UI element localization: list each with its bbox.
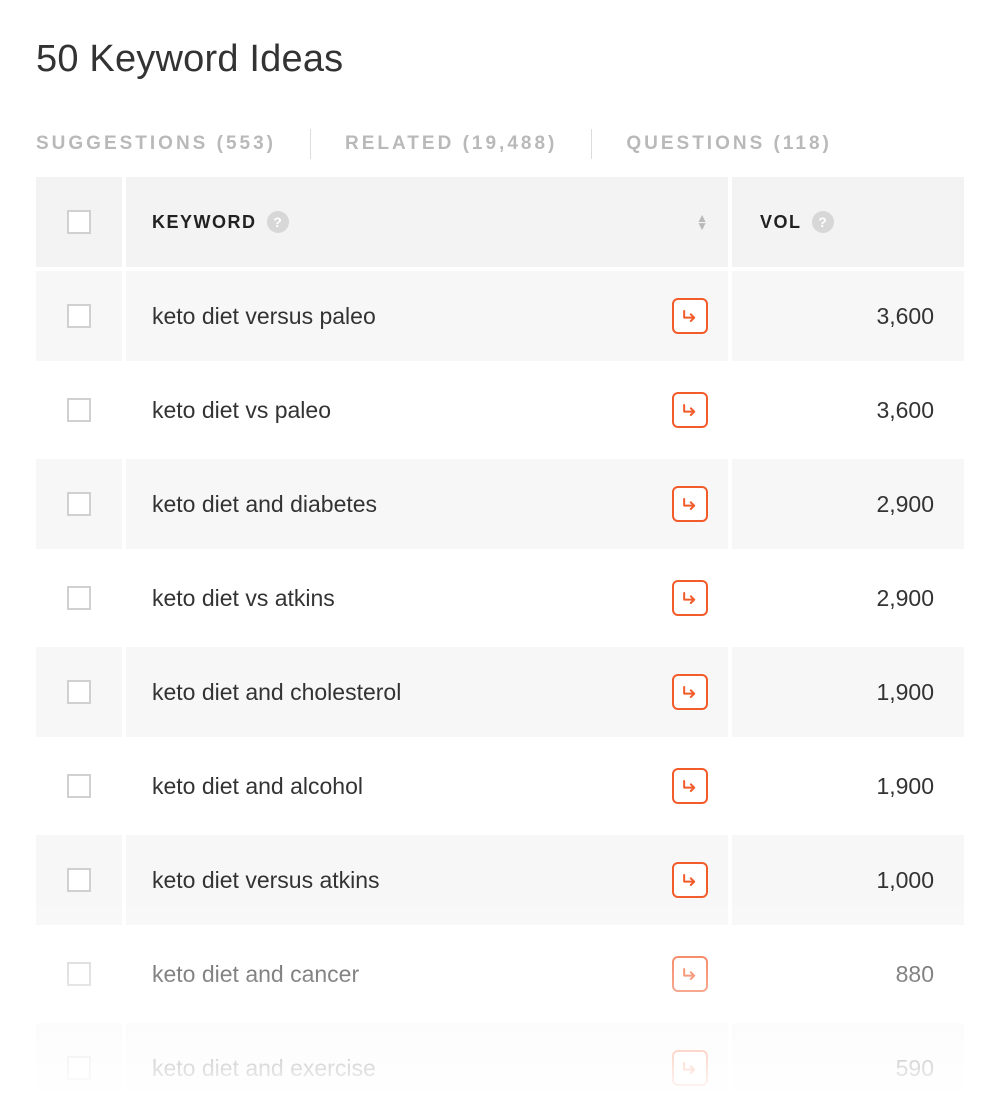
sort-icon[interactable]: ▲▼ bbox=[696, 214, 708, 230]
tab-divider bbox=[310, 129, 311, 159]
keyword-table: KEYWORD ? ▲▼ VOL ? keto diet versus pale… bbox=[36, 177, 964, 1113]
explore-button[interactable] bbox=[672, 1050, 708, 1086]
keyword-text: keto diet and cholesterol bbox=[152, 679, 401, 706]
tab-divider bbox=[591, 129, 592, 159]
explore-button[interactable] bbox=[672, 674, 708, 710]
row-checkbox-cell bbox=[36, 459, 126, 549]
row-checkbox-cell bbox=[36, 553, 126, 643]
row-checkbox[interactable] bbox=[67, 304, 91, 328]
page-title: 50 Keyword Ideas bbox=[36, 38, 964, 81]
row-checkbox[interactable] bbox=[67, 774, 91, 798]
row-checkbox-cell bbox=[36, 741, 126, 831]
table-header: KEYWORD ? ▲▼ VOL ? bbox=[36, 177, 964, 267]
row-vol-cell: 1,900 bbox=[732, 741, 964, 831]
enter-arrow-icon bbox=[680, 870, 700, 890]
enter-arrow-icon bbox=[680, 494, 700, 514]
tabs: SUGGESTIONS (553) RELATED (19,488) QUEST… bbox=[36, 129, 964, 159]
enter-arrow-icon bbox=[680, 588, 700, 608]
row-checkbox-cell bbox=[36, 647, 126, 737]
row-vol-cell: 590 bbox=[732, 1023, 964, 1113]
table-row: keto diet and exercise 590 bbox=[36, 1019, 964, 1113]
row-keyword-cell: keto diet and cancer bbox=[126, 929, 732, 1019]
table-row: keto diet and cholesterol 1,900 bbox=[36, 643, 964, 737]
keyword-text: keto diet and diabetes bbox=[152, 491, 377, 518]
row-vol-cell: 1,900 bbox=[732, 647, 964, 737]
explore-button[interactable] bbox=[672, 298, 708, 334]
row-checkbox[interactable] bbox=[67, 586, 91, 610]
enter-arrow-icon bbox=[680, 400, 700, 420]
explore-button[interactable] bbox=[672, 392, 708, 428]
keyword-text: keto diet vs paleo bbox=[152, 397, 331, 424]
table-row: keto diet vs atkins 2,900 bbox=[36, 549, 964, 643]
help-icon[interactable]: ? bbox=[812, 211, 834, 233]
row-vol-cell: 3,600 bbox=[732, 271, 964, 361]
explore-button[interactable] bbox=[672, 580, 708, 616]
keyword-text: keto diet and cancer bbox=[152, 961, 359, 988]
header-vol-cell[interactable]: VOL ? bbox=[732, 177, 964, 267]
row-keyword-cell: keto diet versus atkins bbox=[126, 835, 732, 925]
row-checkbox[interactable] bbox=[67, 492, 91, 516]
row-checkbox-cell bbox=[36, 1023, 126, 1113]
keyword-text: keto diet versus paleo bbox=[152, 303, 376, 330]
explore-button[interactable] bbox=[672, 486, 708, 522]
enter-arrow-icon bbox=[680, 1058, 700, 1078]
row-keyword-cell: keto diet and alcohol bbox=[126, 741, 732, 831]
row-vol-cell: 2,900 bbox=[732, 459, 964, 549]
explore-button[interactable] bbox=[672, 862, 708, 898]
table-row: keto diet versus atkins 1,000 bbox=[36, 831, 964, 925]
tab-related[interactable]: RELATED (19,488) bbox=[345, 129, 557, 159]
tab-questions[interactable]: QUESTIONS (118) bbox=[626, 129, 832, 159]
tab-suggestions[interactable]: SUGGESTIONS (553) bbox=[36, 129, 276, 159]
help-icon[interactable]: ? bbox=[267, 211, 289, 233]
row-keyword-cell: keto diet and diabetes bbox=[126, 459, 732, 549]
row-keyword-cell: keto diet and exercise bbox=[126, 1023, 732, 1113]
row-checkbox[interactable] bbox=[67, 962, 91, 986]
select-all-checkbox[interactable] bbox=[67, 210, 91, 234]
row-vol-cell: 1,000 bbox=[732, 835, 964, 925]
header-keyword-label: KEYWORD bbox=[152, 212, 257, 233]
row-checkbox-cell bbox=[36, 835, 126, 925]
row-keyword-cell: keto diet and cholesterol bbox=[126, 647, 732, 737]
row-checkbox-cell bbox=[36, 929, 126, 1019]
row-checkbox[interactable] bbox=[67, 680, 91, 704]
header-checkbox-cell bbox=[36, 177, 126, 267]
table-row: keto diet versus paleo 3,600 bbox=[36, 267, 964, 361]
table-row: keto diet and cancer 880 bbox=[36, 925, 964, 1019]
enter-arrow-icon bbox=[680, 776, 700, 796]
row-vol-cell: 880 bbox=[732, 929, 964, 1019]
table-row: keto diet vs paleo 3,600 bbox=[36, 361, 964, 455]
row-checkbox-cell bbox=[36, 365, 126, 455]
row-keyword-cell: keto diet versus paleo bbox=[126, 271, 732, 361]
enter-arrow-icon bbox=[680, 306, 700, 326]
row-vol-cell: 2,900 bbox=[732, 553, 964, 643]
header-vol-label: VOL bbox=[760, 212, 802, 233]
row-checkbox[interactable] bbox=[67, 398, 91, 422]
table-row: keto diet and alcohol 1,900 bbox=[36, 737, 964, 831]
explore-button[interactable] bbox=[672, 956, 708, 992]
enter-arrow-icon bbox=[680, 682, 700, 702]
row-keyword-cell: keto diet vs paleo bbox=[126, 365, 732, 455]
keyword-text: keto diet vs atkins bbox=[152, 585, 335, 612]
enter-arrow-icon bbox=[680, 964, 700, 984]
table-row: keto diet and diabetes 2,900 bbox=[36, 455, 964, 549]
row-checkbox[interactable] bbox=[67, 868, 91, 892]
row-checkbox-cell bbox=[36, 271, 126, 361]
keyword-text: keto diet versus atkins bbox=[152, 867, 380, 894]
row-vol-cell: 3,600 bbox=[732, 365, 964, 455]
row-checkbox[interactable] bbox=[67, 1056, 91, 1080]
keyword-text: keto diet and alcohol bbox=[152, 773, 363, 800]
row-keyword-cell: keto diet vs atkins bbox=[126, 553, 732, 643]
keyword-text: keto diet and exercise bbox=[152, 1055, 376, 1082]
explore-button[interactable] bbox=[672, 768, 708, 804]
header-keyword-cell[interactable]: KEYWORD ? ▲▼ bbox=[126, 177, 732, 267]
